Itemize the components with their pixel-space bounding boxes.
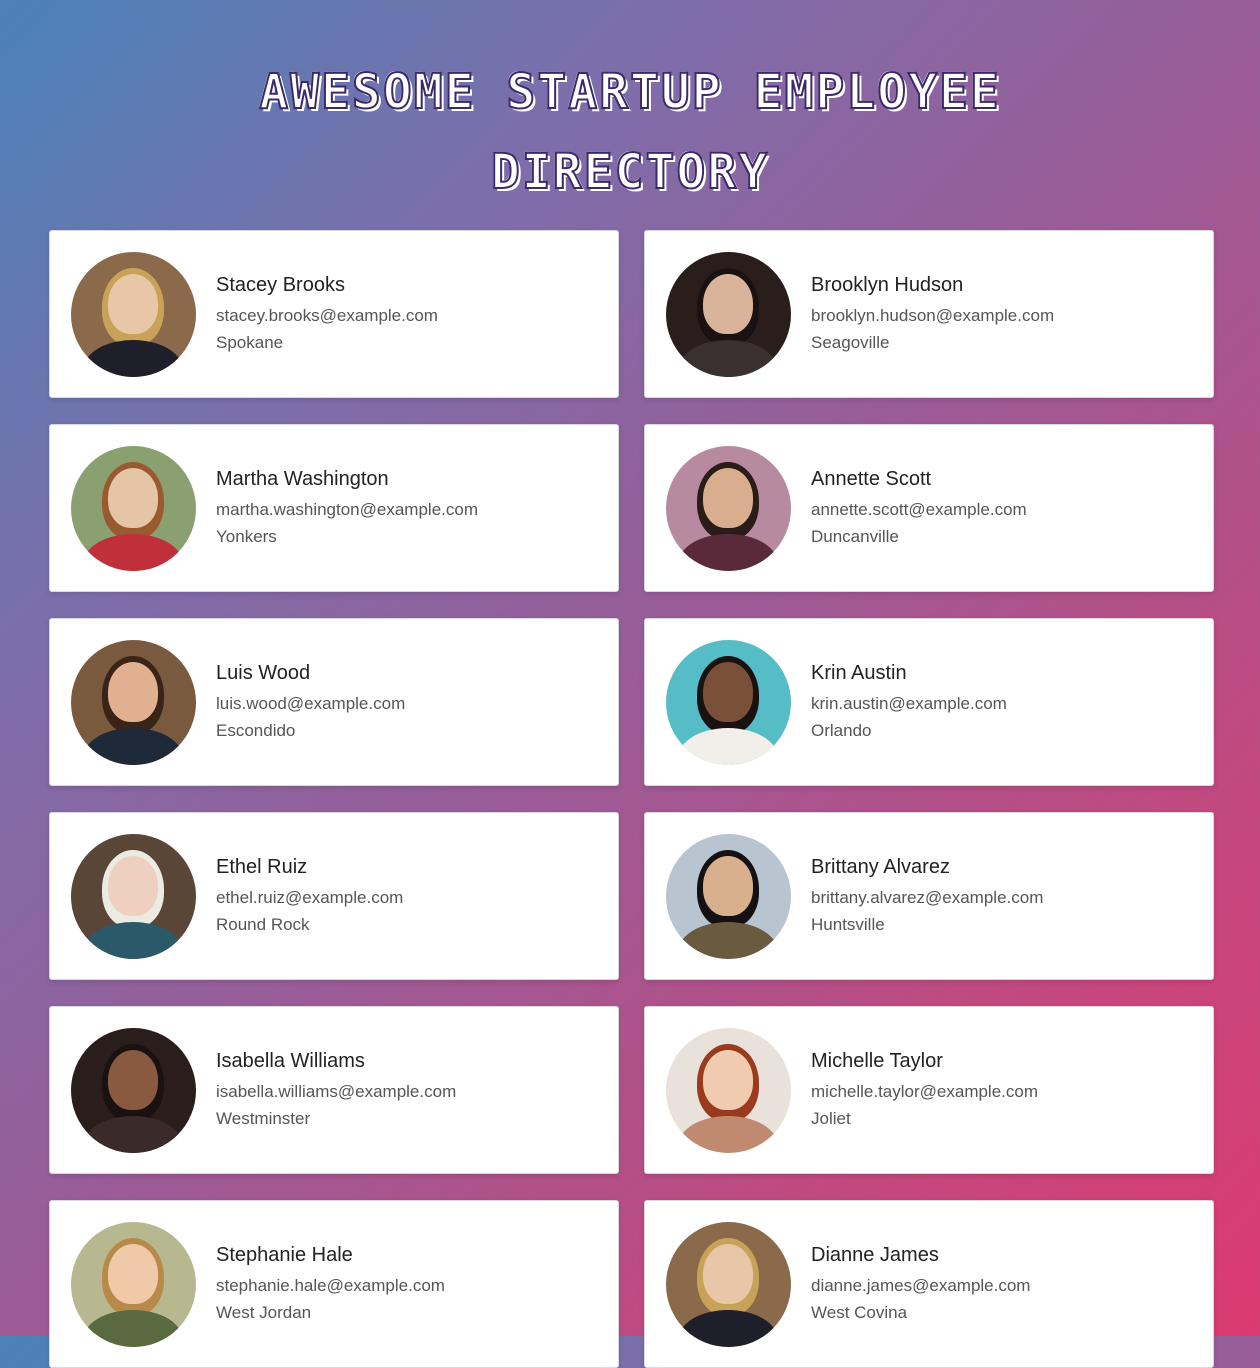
- avatar-shoulders: [83, 533, 183, 571]
- avatar-face: [703, 1049, 753, 1110]
- employee-name: Stacey Brooks: [216, 274, 345, 296]
- employee-city: Spokane: [216, 333, 284, 352]
- employee-info: Michelle Taylor michelle.taylor@example.c…: [811, 1048, 1038, 1132]
- employee-name: Martha Washington: [216, 468, 389, 490]
- employee-card[interactable]: Brittany Alvarez brittany.alvarez@example…: [644, 812, 1214, 980]
- employee-avatar: [666, 445, 791, 571]
- avatar-face: [703, 855, 753, 916]
- employee-email: luis.wood@example.com: [216, 694, 406, 713]
- employee-city: Yonkers: [216, 527, 277, 546]
- employee-info: Luis Wood luis.wood@example.com Escondido: [216, 660, 405, 744]
- employee-email: stacey.brooks@example.com: [216, 306, 438, 325]
- avatar-shoulders: [678, 921, 778, 959]
- employee-avatar: [666, 833, 791, 959]
- employee-email: martha.washington@example.com: [216, 500, 478, 519]
- employee-city: Westminster: [216, 1109, 311, 1128]
- employee-email: isabella.williams@example.com: [216, 1082, 457, 1101]
- employee-name: Dianne James: [811, 1244, 939, 1266]
- employee-card[interactable]: Dianne James dianne.james@example.com West…: [644, 1200, 1214, 1368]
- employee-city: Seagoville: [811, 333, 890, 352]
- employee-info: Brittany Alvarez brittany.alvarez@example…: [811, 854, 1043, 938]
- employee-city: Duncanville: [811, 527, 899, 546]
- employee-name: Annette Scott: [811, 468, 932, 490]
- employee-avatar: [71, 445, 196, 571]
- employee-email: dianne.james@example.com: [811, 1276, 1031, 1295]
- employee-email: annette.scott@example.com: [811, 500, 1027, 519]
- employee-card[interactable]: Krin Austin krin.austin@example.com Orland…: [644, 618, 1214, 786]
- employee-email: brittany.alvarez@example.com: [811, 888, 1044, 907]
- employee-avatar: [71, 251, 196, 377]
- employee-avatar: [666, 639, 791, 765]
- employee-avatar: [666, 1221, 791, 1347]
- employee-info: Stephanie Hale stephanie.hale@example.com…: [216, 1242, 445, 1326]
- avatar-shoulders: [83, 921, 183, 959]
- employee-name: Luis Wood: [216, 662, 311, 684]
- avatar-face: [703, 1243, 753, 1304]
- avatar-shoulders: [678, 339, 778, 377]
- employee-email: stephanie.hale@example.com: [216, 1276, 445, 1295]
- employee-name: Krin Austin: [811, 662, 907, 684]
- employee-card[interactable]: Stacey Brooks stacey.brooks@example.com Sp…: [49, 230, 619, 398]
- employee-name: Stephanie Hale: [216, 1244, 353, 1266]
- page-title: Awesome Startup Employee Directory: [258, 63, 1001, 201]
- employee-avatar: [71, 833, 196, 959]
- employee-avatar: [71, 1027, 196, 1153]
- avatar-face: [703, 467, 753, 528]
- employee-city: Orlando: [811, 721, 872, 740]
- employee-avatar: [71, 639, 196, 765]
- avatar-shoulders: [83, 1309, 183, 1347]
- employee-city: West Jordan: [216, 1303, 312, 1322]
- employee-card[interactable]: Brooklyn Hudson brooklyn.hudson@example.c…: [644, 230, 1214, 398]
- employee-name: Brittany Alvarez: [811, 856, 950, 878]
- avatar-shoulders: [678, 1309, 778, 1347]
- avatar-shoulders: [83, 339, 183, 377]
- avatar-face: [108, 1049, 158, 1110]
- employee-info: Krin Austin krin.austin@example.com Orland…: [811, 660, 1007, 744]
- employee-email: krin.austin@example.com: [811, 694, 1007, 713]
- employee-name: Brooklyn Hudson: [811, 274, 964, 296]
- employee-name: Isabella Williams: [216, 1050, 365, 1072]
- employee-email: brooklyn.hudson@example.com: [811, 306, 1055, 325]
- employee-avatar: [666, 251, 791, 377]
- avatar-face: [108, 855, 158, 916]
- employee-city: Joliet: [811, 1109, 851, 1128]
- employee-card[interactable]: Annette Scott annette.scott@example.com Du…: [644, 424, 1214, 592]
- avatar-shoulders: [678, 533, 778, 571]
- employee-card[interactable]: Luis Wood luis.wood@example.com Escondido: [49, 618, 619, 786]
- employee-email: michelle.taylor@example.com: [811, 1082, 1039, 1101]
- avatar-face: [108, 467, 158, 528]
- employee-info: Annette Scott annette.scott@example.com Du…: [811, 466, 1027, 550]
- employee-city: Huntsville: [811, 915, 885, 934]
- employee-info: Dianne James dianne.james@example.com West…: [811, 1242, 1030, 1326]
- employee-city: West Covina: [811, 1303, 908, 1322]
- employee-card[interactable]: Stephanie Hale stephanie.hale@example.com…: [49, 1200, 619, 1368]
- avatar-shoulders: [678, 1115, 778, 1153]
- employee-name: Ethel Ruiz: [216, 856, 308, 878]
- employee-city: Escondido: [216, 721, 296, 740]
- employee-grid: Stacey Brooks stacey.brooks@example.com Sp…: [49, 230, 1214, 1368]
- employee-card[interactable]: Isabella Williams isabella.williams@examp…: [49, 1006, 619, 1174]
- employee-info: Isabella Williams isabella.williams@examp…: [216, 1048, 456, 1132]
- employee-email: ethel.ruiz@example.com: [216, 888, 404, 907]
- employee-info: Ethel Ruiz ethel.ruiz@example.com Round Ro…: [216, 854, 403, 938]
- employee-city: Round Rock: [216, 915, 310, 934]
- avatar-face: [108, 273, 158, 334]
- employee-name: Michelle Taylor: [811, 1050, 943, 1072]
- avatar-shoulders: [83, 727, 183, 765]
- employee-info: Brooklyn Hudson brooklyn.hudson@example.c…: [811, 272, 1054, 356]
- employee-card[interactable]: Michelle Taylor michelle.taylor@example.c…: [644, 1006, 1214, 1174]
- avatar-face: [108, 1243, 158, 1304]
- employee-avatar: [666, 1027, 791, 1153]
- avatar-shoulders: [83, 1115, 183, 1153]
- employee-card[interactable]: Martha Washington martha.washington@examp…: [49, 424, 619, 592]
- employee-info: Martha Washington martha.washington@examp…: [216, 466, 478, 550]
- avatar-shoulders: [678, 727, 778, 765]
- avatar-face: [703, 661, 753, 722]
- employee-card[interactable]: Ethel Ruiz ethel.ruiz@example.com Round Ro…: [49, 812, 619, 980]
- avatar-face: [108, 661, 158, 722]
- employee-avatar: [71, 1221, 196, 1347]
- avatar-face: [703, 273, 753, 334]
- employee-info: Stacey Brooks stacey.brooks@example.com Sp…: [216, 272, 438, 356]
